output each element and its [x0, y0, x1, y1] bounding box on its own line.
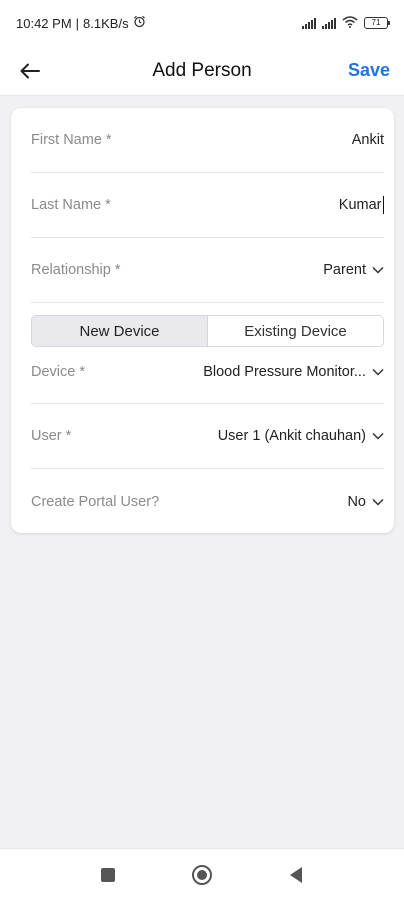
system-back-button[interactable] [284, 863, 308, 887]
arrow-left-icon [20, 63, 40, 78]
last-name-field[interactable]: Kumar [339, 196, 384, 214]
chevron-down-icon [372, 368, 384, 376]
first-name-value[interactable]: Ankit [352, 132, 384, 148]
relationship-select[interactable]: Parent [323, 262, 384, 278]
relationship-row[interactable]: Relationship * Parent [31, 238, 384, 303]
portal-user-value: No [347, 493, 366, 510]
save-button[interactable]: Save [342, 56, 396, 85]
first-name-row[interactable]: First Name * Ankit [31, 108, 384, 173]
first-name-field[interactable]: Ankit [352, 132, 384, 148]
text-cursor [382, 196, 384, 214]
circle-icon [192, 864, 212, 885]
portal-user-select[interactable]: No [347, 494, 384, 510]
first-name-label: First Name * [31, 132, 112, 148]
relationship-label: Relationship * [31, 262, 121, 278]
battery-icon: 71 [364, 17, 390, 29]
portal-user-row[interactable]: Create Portal User? No [31, 469, 384, 534]
device-row[interactable]: Device * Blood Pressure Monitor... [31, 347, 384, 404]
user-label: User * [31, 428, 72, 444]
status-divider: | [75, 15, 80, 31]
status-left: 10:42 PM | 8.1KB/s [16, 15, 146, 31]
last-name-label: Last Name * [31, 197, 111, 213]
last-name-value[interactable]: Kumar [339, 197, 382, 213]
app-bar: Add Person Save [0, 46, 404, 96]
triangle-back-icon [290, 866, 302, 883]
device-select[interactable]: Blood Pressure Monitor... [203, 364, 384, 380]
wifi-icon [342, 15, 358, 31]
status-time: 10:42 PM [16, 15, 72, 31]
battery-level: 71 [371, 18, 381, 27]
portal-user-label: Create Portal User? [31, 493, 160, 510]
device-tabs-wrap: New Device Existing Device [31, 303, 384, 347]
signal-1-icon [302, 17, 316, 29]
user-value: User 1 (Ankit chauhan) [217, 428, 366, 444]
chevron-down-icon [372, 266, 384, 274]
tab-existing-device[interactable]: Existing Device [208, 316, 383, 346]
last-name-row[interactable]: Last Name * Kumar [31, 173, 384, 238]
status-net-speed: 8.1KB/s [83, 15, 129, 31]
tab-new-device[interactable]: New Device [32, 316, 208, 346]
system-nav-bar [0, 848, 404, 900]
recents-button[interactable] [96, 863, 120, 887]
chevron-down-icon [372, 498, 384, 506]
relationship-value: Parent [323, 262, 366, 278]
status-right: 71 [302, 15, 390, 31]
home-button[interactable] [190, 863, 214, 887]
signal-2-icon [322, 17, 336, 29]
status-bar: 10:42 PM | 8.1KB/s 71 [0, 0, 404, 46]
back-button[interactable] [14, 55, 46, 87]
square-icon [101, 867, 115, 882]
add-person-form: First Name * Ankit Last Name * Kumar Rel… [11, 108, 394, 533]
device-value: Blood Pressure Monitor... [203, 364, 366, 380]
user-row[interactable]: User * User 1 (Ankit chauhan) [31, 404, 384, 469]
user-select[interactable]: User 1 (Ankit chauhan) [218, 428, 384, 444]
device-label: Device * [31, 364, 85, 380]
chevron-down-icon [372, 432, 384, 440]
alarm-clock-icon [133, 15, 146, 31]
device-segmented-control: New Device Existing Device [31, 315, 384, 347]
